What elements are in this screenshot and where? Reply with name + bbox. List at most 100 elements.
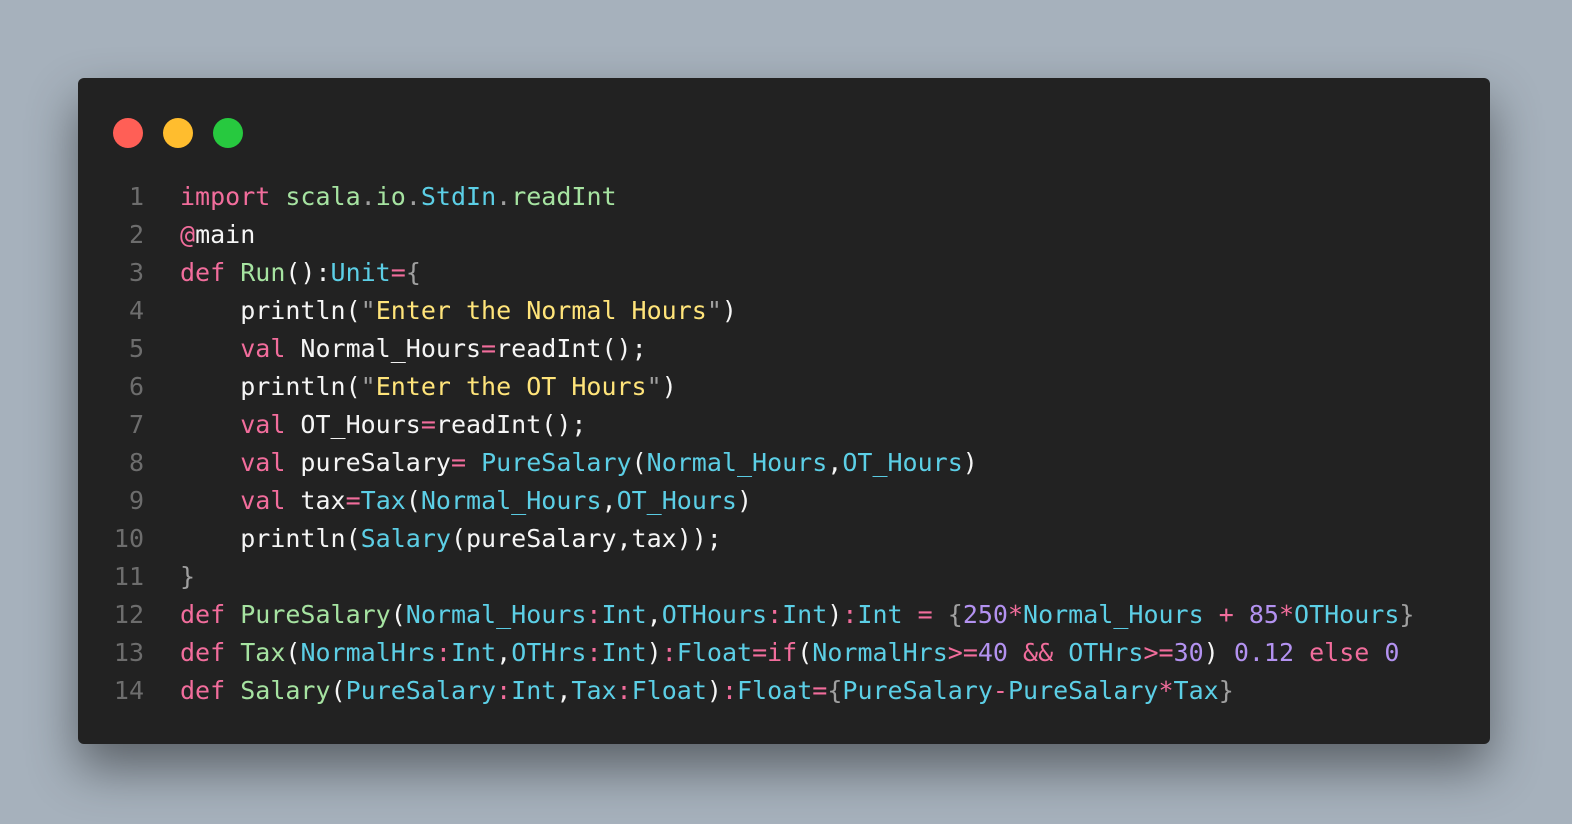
code-token: @ [180, 220, 196, 249]
code-token: : [496, 676, 512, 705]
code-token: def [180, 258, 226, 287]
code-token: io [375, 182, 406, 211]
code-token: ( [330, 676, 346, 705]
code-token: NormalHrs [812, 638, 948, 667]
code-token: : [616, 676, 632, 705]
code-token: ( [797, 638, 813, 667]
code-token: PureSalary [481, 448, 632, 477]
code-token: . [405, 182, 421, 211]
code-token: Run [240, 258, 286, 287]
code-token: 85 [1248, 600, 1279, 629]
code-token: Int [511, 676, 557, 705]
code-token: scala [285, 182, 361, 211]
code-token: Normal_Hours [285, 334, 482, 363]
code-token: OTHrs [511, 638, 587, 667]
code-token: ) [1203, 638, 1219, 667]
code-token: Tax [240, 638, 286, 667]
code-token: >= [947, 638, 978, 667]
code-window: 1 import scala.io.StdIn.readInt 2 @main 3 def… [78, 78, 1490, 744]
line-number: 4 [128, 296, 144, 325]
code-token: >= [1143, 638, 1174, 667]
code-token: ( [285, 638, 301, 667]
code-token: 250 [962, 600, 1008, 629]
code-token: , [601, 486, 617, 515]
line-number: 1 [128, 182, 144, 211]
minimize-dot-icon[interactable] [163, 118, 193, 148]
code-token: PureSalary [240, 600, 391, 629]
code-token: : [842, 600, 858, 629]
code-token: println( [180, 372, 361, 401]
code-token: " [646, 372, 662, 401]
code-token: , [646, 600, 662, 629]
code-token: Enter the OT Hours [375, 372, 647, 401]
code-token: Normal_Hours [646, 448, 828, 477]
code-token: import [180, 182, 271, 211]
code-token: ) [721, 296, 737, 325]
code-token: : [586, 600, 602, 629]
code-text: } [180, 558, 195, 596]
code-text: def Tax(NormalHrs:Int,OTHrs:Int):Float=i… [180, 634, 1399, 672]
code-token: Unit [330, 258, 391, 287]
code-token: PureSalary [842, 676, 993, 705]
code-token: Normal_Hours [420, 486, 602, 515]
code-token: Int [782, 600, 828, 629]
code-token: OTHrs [1068, 638, 1144, 667]
code-token: ) [646, 638, 662, 667]
code-token: Salary [360, 524, 451, 553]
code-text: def Salary(PureSalary:Int,Tax:Float):Flo… [180, 672, 1234, 710]
code-token: Float [631, 676, 707, 705]
code-token: Tax [360, 486, 406, 515]
code-token: = [450, 448, 467, 477]
line-number: 8 [128, 448, 144, 477]
code-token: : [721, 676, 737, 705]
code-token: " [706, 296, 722, 325]
code-token: Int [601, 600, 647, 629]
code-token: Int [857, 600, 903, 629]
code-text: val pureSalary= PureSalary(Normal_Hours,… [180, 444, 978, 482]
code-token: ) [706, 676, 722, 705]
code-token: else [1309, 638, 1370, 667]
code-text: val tax=Tax(Normal_Hours,OT_Hours) [180, 482, 752, 520]
code-text: println("Enter the OT Hours") [180, 368, 677, 406]
code-token: val [240, 334, 286, 363]
close-dot-icon[interactable] [113, 118, 143, 148]
code-token: : [435, 638, 451, 667]
code-token: ) [962, 448, 978, 477]
code-token: println( [180, 296, 361, 325]
line-number: 2 [128, 220, 144, 249]
code-token: readInt(); [435, 410, 587, 439]
code-token: : [586, 638, 602, 667]
code-token: (pureSalary,tax)); [450, 524, 722, 553]
code-token: * [1158, 676, 1174, 705]
code-text: println("Enter the Normal Hours") [180, 292, 737, 330]
zoom-dot-icon[interactable] [213, 118, 243, 148]
line-number: 9 [128, 486, 144, 515]
code-token: = [390, 258, 406, 287]
code-token: && [1023, 638, 1054, 667]
code-text: val Normal_Hours=readInt(); [180, 330, 646, 368]
code-token: def [180, 638, 226, 667]
code-token: : [661, 638, 677, 667]
code-token: , [556, 676, 572, 705]
code-text: val OT_Hours=readInt(); [180, 406, 586, 444]
code-token: val [240, 486, 286, 515]
code-token: . [496, 182, 512, 211]
code-token: { [827, 676, 843, 705]
code-token: println( [180, 524, 361, 553]
code-token: PureSalary [1007, 676, 1159, 705]
code-token: if [767, 638, 798, 667]
code-token: = [345, 486, 361, 515]
code-token: PureSalary [345, 676, 497, 705]
code-token: . [360, 182, 376, 211]
code-token: ) [736, 486, 753, 515]
